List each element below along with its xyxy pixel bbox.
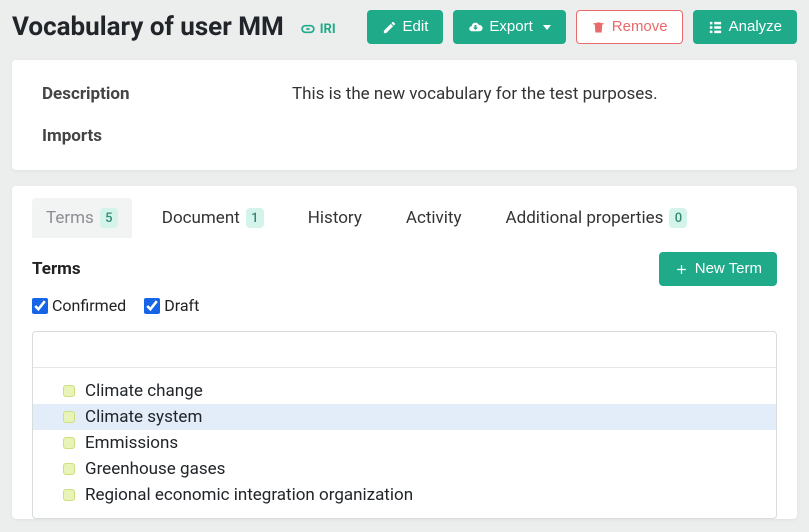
term-search-row[interactable] bbox=[33, 332, 776, 368]
description-label: Description bbox=[42, 84, 292, 104]
iri-label: IRI bbox=[320, 22, 336, 37]
tab-terms-count: 5 bbox=[100, 208, 118, 228]
term-row[interactable]: Climate system bbox=[33, 404, 776, 430]
metadata-card: Description This is the new vocabulary f… bbox=[12, 60, 797, 170]
status-dot-icon bbox=[63, 385, 75, 397]
tab-document-count: 1 bbox=[246, 208, 264, 228]
status-dot-icon bbox=[63, 437, 75, 449]
term-label: Climate change bbox=[85, 381, 203, 401]
term-list: Climate change Climate system Emmissions Gr… bbox=[32, 331, 777, 519]
term-row[interactable]: Climate change bbox=[33, 378, 776, 404]
term-label: Climate system bbox=[85, 407, 202, 427]
term-row[interactable]: Greenhouse gases bbox=[33, 456, 776, 482]
header-bar: Vocabulary of user MM IRI Edit Export Re… bbox=[0, 0, 809, 60]
status-dot-icon bbox=[63, 411, 75, 423]
new-term-button[interactable]: New Term bbox=[659, 252, 777, 286]
tabs: Terms 5 Document 1 History Activity Addi… bbox=[32, 198, 777, 238]
analyze-button[interactable]: Analyze bbox=[693, 10, 797, 44]
status-dot-icon bbox=[63, 489, 75, 501]
term-label: Greenhouse gases bbox=[85, 459, 225, 479]
description-row: Description This is the new vocabulary f… bbox=[42, 84, 767, 104]
tab-additional-count: 0 bbox=[669, 208, 687, 228]
tab-document[interactable]: Document 1 bbox=[148, 198, 278, 238]
terms-heading: Terms bbox=[32, 259, 81, 279]
imports-row: Imports bbox=[42, 126, 767, 146]
filter-draft[interactable]: Draft bbox=[144, 296, 199, 315]
filter-confirmed-checkbox[interactable] bbox=[32, 298, 48, 314]
tabs-card: Terms 5 Document 1 History Activity Addi… bbox=[12, 186, 797, 519]
status-dot-icon bbox=[63, 463, 75, 475]
remove-button[interactable]: Remove bbox=[576, 10, 683, 44]
edit-button[interactable]: Edit bbox=[367, 10, 444, 44]
terms-header: Terms New Term bbox=[32, 252, 777, 286]
pencil-icon bbox=[382, 20, 397, 35]
term-row[interactable]: Regional economic integration organizati… bbox=[33, 482, 776, 508]
chevron-down-icon bbox=[543, 25, 551, 30]
term-row[interactable]: Emmissions bbox=[33, 430, 776, 456]
filters: Confirmed Draft bbox=[32, 296, 777, 315]
link-icon bbox=[298, 19, 318, 39]
trash-icon bbox=[591, 20, 606, 35]
plus-icon bbox=[674, 262, 689, 277]
tab-history[interactable]: History bbox=[294, 198, 376, 238]
term-label: Emmissions bbox=[85, 433, 178, 453]
imports-label: Imports bbox=[42, 126, 292, 146]
tab-additional-properties[interactable]: Additional properties 0 bbox=[492, 198, 702, 238]
analyze-icon bbox=[708, 20, 723, 35]
description-value: This is the new vocabulary for the test … bbox=[292, 84, 658, 104]
tab-terms[interactable]: Terms 5 bbox=[32, 198, 132, 238]
filter-confirmed[interactable]: Confirmed bbox=[32, 296, 126, 315]
filter-draft-checkbox[interactable] bbox=[144, 298, 160, 314]
tab-activity[interactable]: Activity bbox=[392, 198, 476, 238]
export-button[interactable]: Export bbox=[453, 10, 565, 44]
page-title: Vocabulary of user MM bbox=[12, 12, 284, 42]
iri-link[interactable]: IRI bbox=[298, 19, 336, 39]
term-label: Regional economic integration organizati… bbox=[85, 485, 413, 505]
cloud-download-icon bbox=[468, 20, 483, 35]
